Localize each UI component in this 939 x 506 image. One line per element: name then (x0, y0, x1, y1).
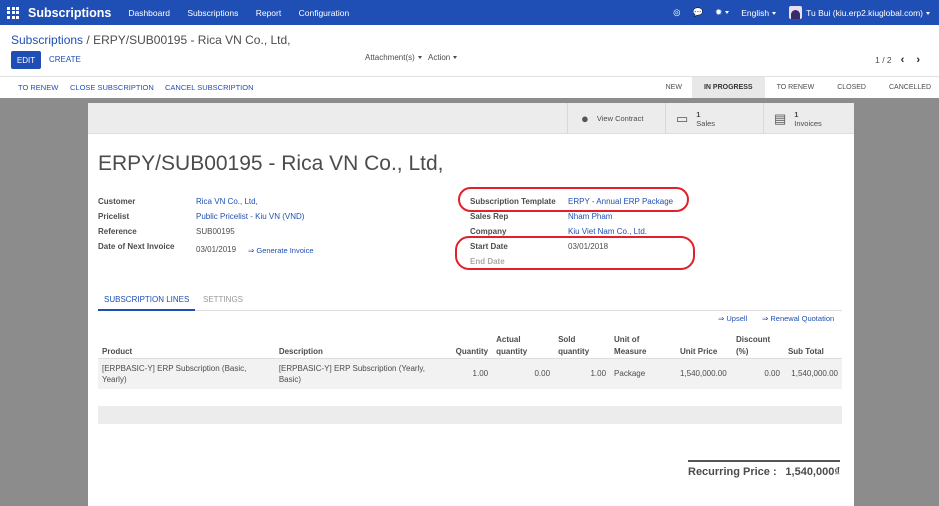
table-add-row[interactable] (98, 406, 842, 424)
sales-label: Sales (696, 118, 716, 128)
user-name: Tu Bui (kiu.erp2.kiuglobal.com) (806, 7, 923, 18)
pricelist-label: Pricelist (98, 212, 130, 221)
stage-new[interactable]: NEW (654, 77, 692, 98)
user-menu[interactable]: Tu Bui (kiu.erp2.kiuglobal.com) (806, 8, 930, 18)
app-name[interactable]: Subscriptions (28, 6, 111, 20)
subscription-lines-table: Product Description Quantity Actual quan… (98, 326, 842, 389)
globe-icon: ● (581, 111, 589, 126)
breadcrumb-separator: / (86, 33, 90, 47)
menu-subscriptions[interactable]: Subscriptions (187, 8, 238, 18)
table-row[interactable]: [ERPBASIC-Y] ERP Subscription (Basic, Ye… (98, 358, 842, 389)
menu-dashboard[interactable]: Dashboard (128, 8, 170, 18)
reference-label: Reference (98, 227, 137, 236)
language-dropdown[interactable]: English (741, 7, 777, 18)
pager-next-button[interactable]: › (916, 54, 920, 66)
breadcrumb-current: ERPY/SUB00195 - Rica VN Co., Ltd, (93, 33, 291, 47)
create-button[interactable]: CREATE (49, 55, 81, 64)
cell-subtotal[interactable]: 1,540,000.00 (783, 358, 842, 389)
close-subscription-button[interactable]: CLOSE SUBSCRIPTION (70, 83, 154, 92)
invoices-smart-button[interactable]: ▤ 1 Invoices (763, 103, 854, 134)
credit-card-icon: ▭ (676, 110, 689, 126)
company-label: Company (470, 227, 507, 236)
cell-actual-quantity[interactable]: 0.00 (492, 358, 555, 389)
notebook-tabs: SUBSCRIPTION LINES SETTINGS (98, 290, 842, 311)
customer-field[interactable]: Rica VN Co., Ltd, (196, 197, 258, 206)
pager: 1 / 2 ‹ › (875, 54, 920, 66)
edit-button[interactable]: EDIT (11, 51, 41, 69)
action-label: Action (428, 53, 451, 62)
chat-icon[interactable]: 💬 (693, 7, 704, 18)
tab-settings[interactable]: SETTINGS (203, 295, 243, 304)
cancel-subscription-button[interactable]: CANCEL SUBSCRIPTION (165, 83, 254, 92)
view-contract-button[interactable]: ● View Contract (567, 103, 665, 134)
company-field[interactable]: Kiu Viet Nam Co., Ltd. (568, 227, 647, 236)
menu-configuration[interactable]: Configuration (299, 8, 350, 18)
pager-prev-button[interactable]: ‹ (901, 54, 905, 66)
cell-product[interactable]: [ERPBASIC-Y] ERP Subscription (Basic, Ye… (98, 358, 275, 389)
customer-label: Customer (98, 197, 136, 206)
smart-button-bar: ● View Contract ▭ 1 Sales ▤ 1 Invoices (88, 103, 854, 134)
attachments-label: Attachment(s) (365, 53, 415, 62)
cell-description[interactable]: [ERPBASIC-Y] ERP Subscription (Yearly, B… (274, 358, 452, 389)
pricelist-field[interactable]: Public Pricelist - Kiu VN (VND) (196, 212, 304, 221)
upsell-button[interactable]: ⇒ Upsell (718, 314, 747, 323)
recurring-price-total: Recurring Price : 1,540,000₫ (688, 460, 840, 478)
stage-closed[interactable]: CLOSED (826, 77, 877, 98)
to-renew-button[interactable]: TO RENEW (18, 83, 58, 92)
col-subtotal[interactable]: Sub Total (783, 326, 842, 359)
pager-value[interactable]: 1 / 2 (875, 55, 892, 65)
highlight-dates-oval (455, 236, 695, 270)
recurring-price-label: Recurring Price : (688, 466, 777, 478)
table-header-row: Product Description Quantity Actual quan… (98, 326, 842, 359)
col-product[interactable]: Product (98, 326, 275, 359)
top-navbar: Subscriptions Dashboard Subscriptions Re… (0, 0, 939, 25)
user-avatar[interactable] (789, 6, 803, 19)
col-discount[interactable]: Discount (%) (731, 326, 784, 359)
col-actual-quantity[interactable]: Actual quantity (492, 326, 555, 359)
col-sold-quantity[interactable]: Sold quantity (554, 326, 611, 359)
cell-discount[interactable]: 0.00 (731, 358, 784, 389)
invoices-label: Invoices (794, 118, 822, 128)
highlight-template-oval (458, 187, 689, 212)
sales-rep-label: Sales Rep (470, 212, 509, 221)
stage-to-renew[interactable]: TO RENEW (765, 77, 827, 98)
cell-unit-price[interactable]: 1,540,000.00 (675, 358, 732, 389)
record-title: ERPY/SUB00195 - Rica VN Co., Ltd, (98, 152, 444, 175)
stage-cancelled[interactable]: CANCELLED (877, 77, 939, 98)
menu-report[interactable]: Report (256, 8, 282, 18)
reference-field[interactable]: SUB00195 (196, 227, 235, 236)
apps-grid-icon[interactable] (7, 6, 19, 19)
debug-icon[interactable]: ✹ (715, 7, 730, 18)
recurring-price-value: 1,540,000₫ (785, 466, 840, 478)
sales-smart-button[interactable]: ▭ 1 Sales (665, 103, 763, 134)
attachments-dropdown[interactable]: Attachment(s) (365, 53, 422, 62)
breadcrumb: Subscriptions / ERPY/SUB00195 - Rica VN … (11, 33, 291, 47)
status-header: TO RENEW CLOSE SUBSCRIPTION CANCEL SUBSC… (0, 76, 939, 98)
action-dropdown[interactable]: Action (428, 53, 458, 62)
next-invoice-field[interactable]: 03/01/2019 (196, 245, 236, 254)
cell-sold-quantity[interactable]: 1.00 (554, 358, 611, 389)
col-description[interactable]: Description (274, 326, 452, 359)
col-uom[interactable]: Unit of Measure (610, 326, 676, 359)
col-unit-price[interactable]: Unit Price (675, 326, 732, 359)
renewal-quotation-button[interactable]: ⇒ Renewal Quotation (762, 314, 834, 323)
cell-quantity[interactable]: 1.00 (451, 358, 493, 389)
stage-pipeline: NEW IN PROGRESS TO RENEW CLOSED CANCELLE… (654, 77, 939, 98)
tab-subscription-lines[interactable]: SUBSCRIPTION LINES (98, 295, 196, 311)
language-label: English (741, 7, 770, 18)
breadcrumb-parent[interactable]: Subscriptions (11, 33, 83, 47)
generate-invoice-button[interactable]: ⇒ Generate Invoice (248, 246, 314, 255)
sales-rep-field[interactable]: Nham Pham (568, 212, 612, 221)
col-quantity[interactable]: Quantity (451, 326, 493, 359)
view-contract-label: View Contract (596, 114, 644, 123)
sales-count: 1 (696, 109, 701, 119)
book-icon: ▤ (774, 110, 787, 126)
next-invoice-label: Date of Next Invoice (98, 242, 175, 251)
cell-uom[interactable]: Package (610, 358, 676, 389)
stage-in-progress[interactable]: IN PROGRESS (691, 77, 765, 98)
form-sheet: ● View Contract ▭ 1 Sales ▤ 1 Invoices ERP… (88, 103, 854, 506)
invoices-count: 1 (794, 109, 799, 119)
activity-icon[interactable]: ◎ (673, 7, 680, 18)
